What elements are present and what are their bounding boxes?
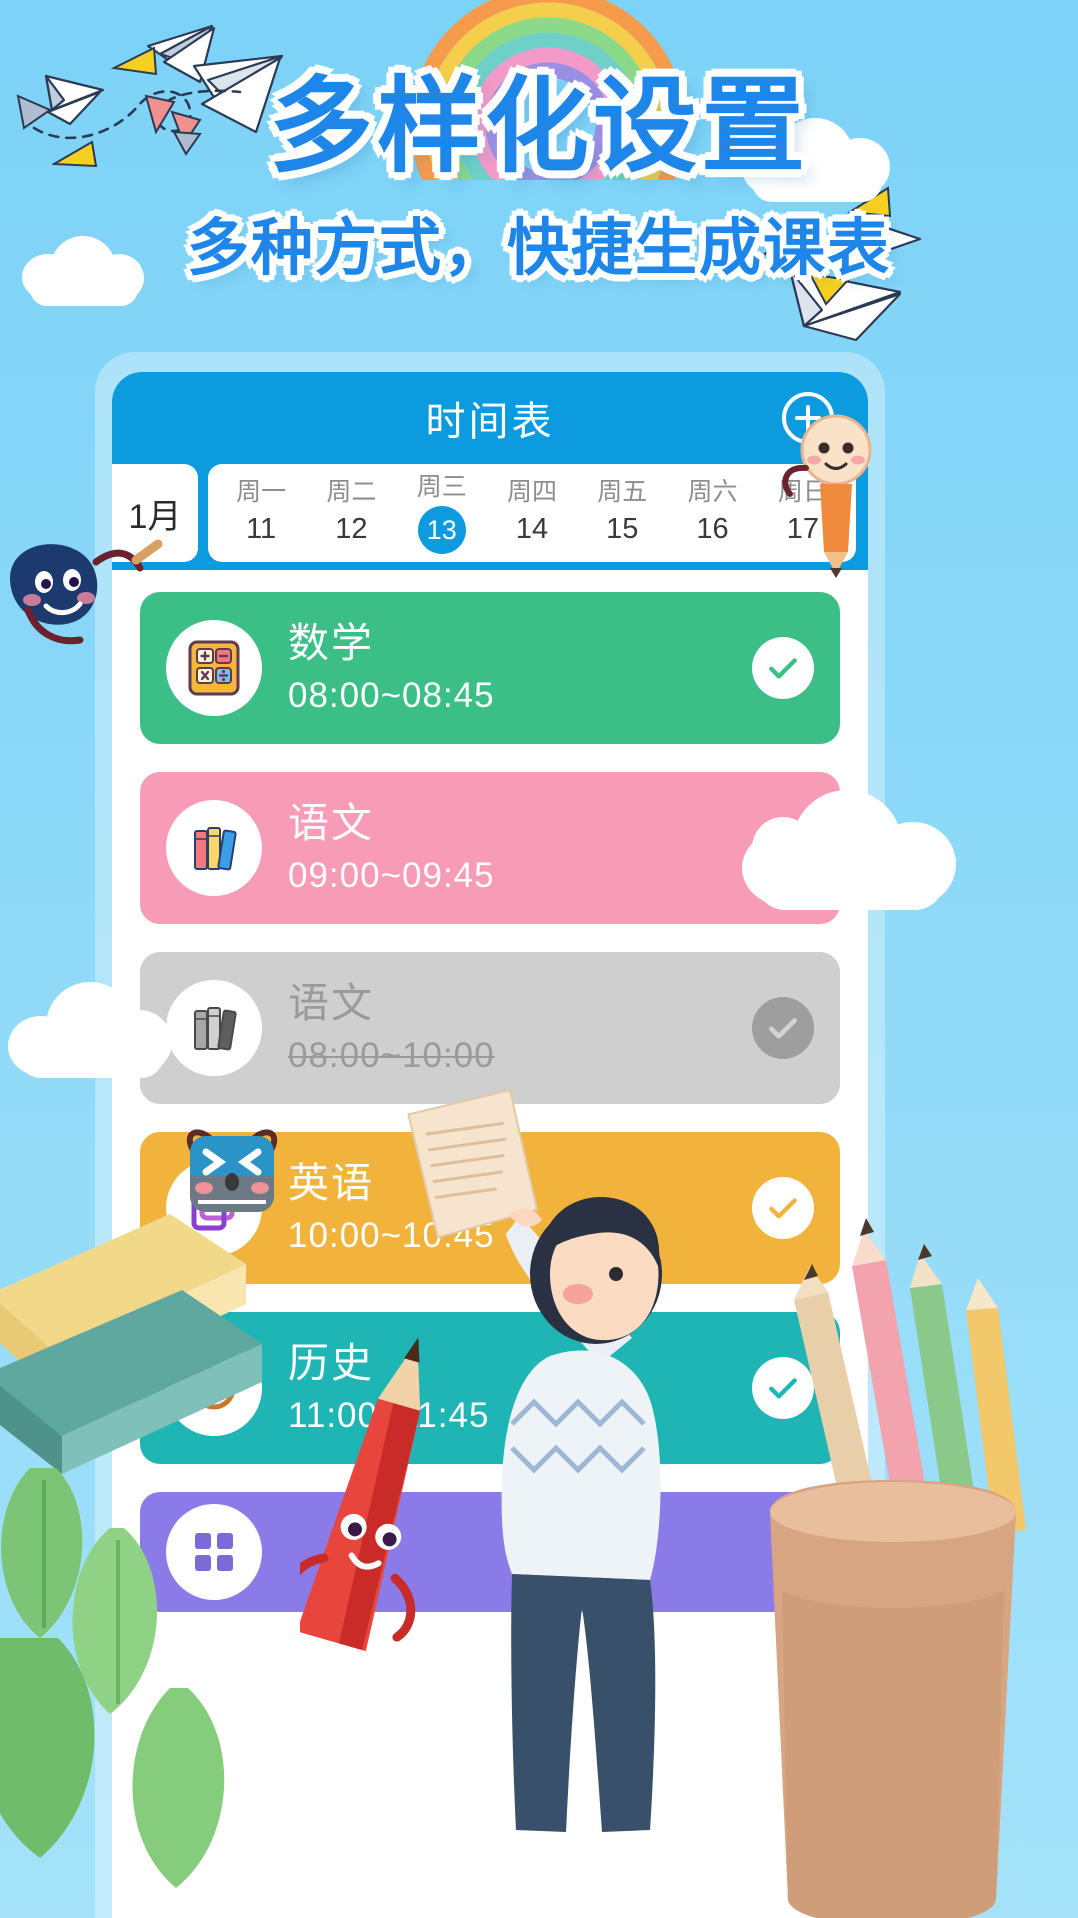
check-mark-icon: [769, 1018, 797, 1039]
course-meta: 语文 09:00~09:45: [288, 800, 752, 895]
weekday-label: 周六: [687, 478, 738, 507]
course-time: 08:00~08:45: [288, 675, 495, 715]
course-card-chinese[interactable]: 语文 09:00~09:45: [140, 772, 840, 924]
course-check-icon[interactable]: [752, 1357, 814, 1419]
page-subtitle: 多种方式，快捷生成课表: [186, 211, 891, 285]
subject-icon-badge: [166, 980, 262, 1076]
app-header: 时间表: [112, 372, 868, 464]
date-number: 11: [246, 513, 277, 546]
subject-icon-badge: [166, 1160, 262, 1256]
course-subject: 语文: [288, 980, 374, 1027]
date-number: 17: [786, 513, 819, 546]
course-check-icon[interactable]: [752, 637, 814, 699]
plus-circle-icon[interactable]: [782, 392, 834, 444]
date-number: 16: [696, 513, 729, 546]
date-number: 15: [606, 513, 639, 546]
history-icon: [192, 1366, 236, 1410]
day-cell-thu[interactable]: 周四 14: [494, 477, 570, 549]
course-time: 08:00~10:00: [288, 1035, 495, 1075]
course-meta: 英语 10:00~10:45: [288, 1160, 752, 1255]
date-selector-bar: 1月 周一 11 周二 12 周三 13 周四 14 周五 15 周六 16 周…: [112, 464, 868, 570]
weekday-label: 周一: [236, 478, 287, 507]
course-meta: 语文 08:00~10:00: [288, 980, 752, 1075]
course-time: 10:00~10:45: [288, 1215, 495, 1255]
course-card-chinese-done[interactable]: 语文 08:00~10:00: [140, 952, 840, 1104]
course-check-icon[interactable]: [752, 1177, 814, 1239]
weekday-strip: 周一 11 周二 12 周三 13 周四 14 周五 15 周六 16 周日 1…: [208, 464, 856, 562]
day-cell-fri[interactable]: 周五 15: [584, 477, 660, 549]
check-mark-icon: [769, 658, 797, 679]
weekday-label: 周二: [326, 478, 377, 507]
course-card-math[interactable]: 数学 08:00~08:45: [140, 592, 840, 744]
course-check-icon[interactable]: [752, 997, 814, 1059]
course-subject: 数学: [288, 620, 374, 667]
course-subject: 历史: [288, 1340, 374, 1387]
promo-screenshot: 多样化设置 多种方式，快捷生成课表 时间表 1月 周一 11 周二 12 周三: [0, 0, 1078, 1918]
subject-icon-badge: [166, 1340, 262, 1436]
weekday-label: 周四: [506, 478, 557, 507]
day-cell-sun[interactable]: 周日 17: [765, 477, 841, 549]
course-card-history[interactable]: 历史 11:00~11:45: [140, 1312, 840, 1464]
course-time: 09:00~09:45: [288, 855, 495, 895]
date-number: 12: [335, 513, 368, 546]
course-meta: 历史 11:00~11:45: [288, 1340, 752, 1435]
day-cell-mon[interactable]: 周一 11: [223, 477, 299, 549]
calculator-icon: [188, 640, 240, 696]
course-time: 11:00~11:45: [288, 1395, 490, 1435]
day-cell-sat[interactable]: 周六 16: [675, 477, 751, 549]
folder-icon: [191, 1185, 235, 1231]
weekday-label: 周五: [597, 478, 648, 507]
course-card-english[interactable]: 英语 10:00~10:45: [140, 1132, 840, 1284]
course-subject: 语文: [288, 800, 374, 847]
weekday-label: 周三: [416, 472, 467, 501]
day-cell-tue[interactable]: 周二 12: [313, 477, 389, 549]
subject-icon-badge: [166, 620, 262, 716]
month-label[interactable]: 1月: [112, 464, 198, 562]
date-number: 14: [515, 513, 549, 546]
course-list: 数学 08:00~08:45 语文 09:00~09:45 语文 08:00~1…: [112, 570, 868, 1612]
promo-text-block: 多样化设置 多种方式，快捷生成课表: [0, 65, 1078, 287]
weekday-label: 周日: [777, 478, 828, 507]
books-icon: [194, 827, 237, 871]
page-title: 多样化设置: [268, 65, 809, 187]
books-gray-icon: [194, 1007, 237, 1051]
app-title: 时间表: [425, 400, 555, 444]
check-mark-icon: [769, 1378, 797, 1399]
phone-screen: 时间表 1月 周一 11 周二 12 周三 13 周四 14 周五 15 周六 …: [112, 372, 868, 1918]
day-cell-wed-selected[interactable]: 周三 13: [404, 472, 480, 555]
course-meta: 数学 08:00~08:45: [288, 620, 752, 715]
check-mark-icon: [769, 1198, 797, 1219]
course-meta: [288, 1548, 814, 1556]
course-card-next[interactable]: [140, 1492, 840, 1612]
subject-icon-badge: [166, 1504, 262, 1600]
date-number-selected: 13: [417, 506, 466, 555]
subject-icon-badge: [166, 800, 262, 896]
course-subject: 英语: [288, 1160, 374, 1207]
grid-icon: [195, 1533, 233, 1571]
